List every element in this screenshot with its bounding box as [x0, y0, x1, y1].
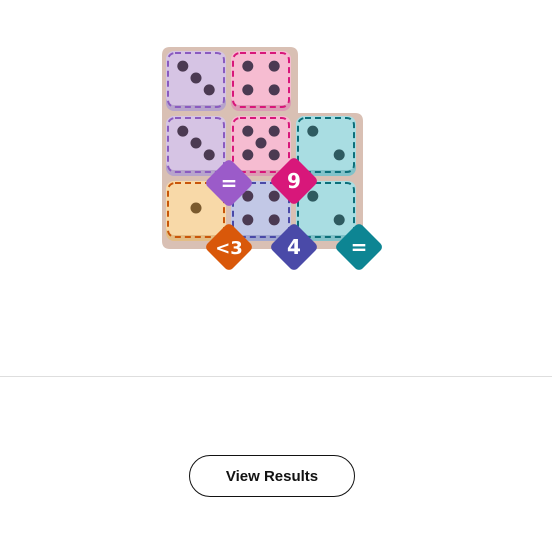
die-pip	[242, 125, 254, 137]
die-pip	[255, 137, 267, 149]
game-page: = 9 <3 4 = View Results	[0, 0, 552, 546]
die-r2c2[interactable]	[231, 116, 291, 176]
die-pip	[242, 84, 254, 96]
constraint-label: =	[221, 171, 238, 195]
constraint-label: 9	[287, 169, 301, 193]
die-pip	[203, 84, 215, 96]
die-pip	[190, 137, 202, 149]
die-r2c1[interactable]	[166, 116, 226, 176]
constraint-label: 4	[287, 235, 301, 259]
die-pip	[268, 84, 280, 96]
die-pip	[307, 190, 319, 202]
die-pip	[333, 149, 345, 161]
die-pip	[307, 125, 319, 137]
die-pip	[333, 214, 345, 226]
die-pip	[177, 60, 189, 72]
die-pip	[268, 214, 280, 226]
constraint-label: =	[351, 235, 368, 259]
die-pip	[190, 202, 202, 214]
die-pip	[177, 125, 189, 137]
die-pip	[268, 190, 280, 202]
die-pip	[190, 72, 202, 84]
die-r1c2[interactable]	[231, 51, 291, 111]
die-r1c1[interactable]	[166, 51, 226, 111]
constraint-label: <3	[215, 238, 243, 259]
die-face	[296, 116, 356, 170]
die-pip	[268, 60, 280, 72]
die-pip	[268, 125, 280, 137]
view-results-button[interactable]: View Results	[189, 455, 355, 497]
puzzle-board: = 9 <3 4 =	[162, 47, 382, 270]
die-pip	[268, 149, 280, 161]
die-pip	[203, 149, 215, 161]
die-r2c3[interactable]	[296, 116, 356, 176]
die-face	[231, 51, 291, 105]
divider	[0, 376, 552, 377]
die-pip	[242, 149, 254, 161]
die-pip	[242, 60, 254, 72]
die-pip	[242, 214, 254, 226]
dice-layer	[166, 51, 356, 241]
